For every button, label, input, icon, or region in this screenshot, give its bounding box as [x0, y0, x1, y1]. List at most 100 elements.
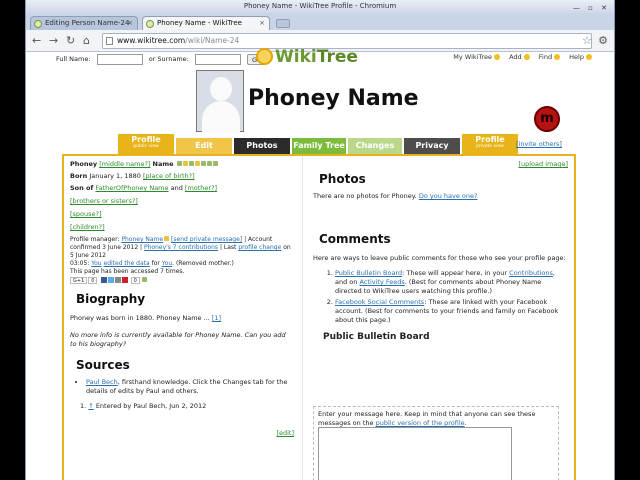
browser-tab-profile[interactable]: Phoney Name - WikiTree × — [142, 16, 270, 30]
contributions-link-2[interactable]: Contributions — [509, 269, 553, 277]
born-date: January 1, 1880 — [89, 172, 141, 180]
close-tab-icon[interactable]: × — [259, 17, 265, 30]
bulletin-board: Enter your message here. Keep in mind th… — [313, 406, 559, 480]
edited-data-link[interactable]: edited the data — [104, 260, 150, 267]
tab-changes[interactable]: Changes — [348, 138, 402, 154]
wikitree-favicon-icon — [146, 20, 154, 28]
tab-privacy[interactable]: Privacy — [404, 138, 460, 154]
close-tab-icon[interactable]: × — [127, 17, 133, 30]
left-column: Phoney [middle name?] Name Born January … — [70, 160, 294, 438]
twitter-icon[interactable] — [107, 277, 114, 283]
reference-link[interactable]: [1] — [212, 314, 221, 322]
footnote-backlink[interactable]: ↑ — [88, 402, 93, 410]
like-count: 0 — [130, 276, 140, 284]
email-icon[interactable] — [114, 277, 121, 283]
upload-image-link[interactable]: [upload image] — [518, 160, 568, 168]
edit-sources-link[interactable]: [edit] — [276, 429, 294, 437]
print-icon[interactable] — [206, 161, 212, 166]
family-icon[interactable] — [182, 161, 188, 166]
top-nav: My WikiTree Add Find Help — [446, 52, 592, 62]
bulletin-heading: Public Bulletin Board — [323, 332, 430, 342]
children-link[interactable]: [children?] — [70, 223, 105, 231]
share-bar: G+1 0 0 — [70, 276, 294, 285]
first-name: Phoney — [70, 160, 98, 168]
photos-heading: Photos — [319, 172, 366, 186]
profile-photo-placeholder[interactable] — [196, 70, 244, 133]
bulletin-message-input[interactable] — [318, 427, 512, 480]
tab-profile-public[interactable]: Profile public view — [118, 134, 174, 154]
right-column: [upload image] Photos There are no photo… — [313, 160, 568, 480]
url-path: /wiki/Name-24 — [185, 36, 240, 45]
footnote: 1. ↑ Entered by Paul Bech, Jun 2, 2012 — [80, 402, 207, 410]
bulletin-board-link[interactable]: Public Bulletin Board — [335, 269, 402, 277]
tab-family-tree[interactable]: Family Tree — [292, 138, 346, 154]
manager-name-link[interactable]: Phoney Name — [121, 236, 163, 243]
last-name: Name — [152, 160, 174, 168]
nav-find[interactable]: Find — [539, 53, 552, 61]
spouse-link[interactable]: [spouse?] — [70, 210, 102, 218]
home-icon[interactable]: ⌂ — [83, 34, 90, 48]
like-icon[interactable] — [141, 277, 147, 282]
middle-name-link[interactable]: [middle name?] — [99, 160, 150, 168]
activity-feeds-link[interactable]: Activity Feeds — [359, 278, 404, 286]
tab-photos[interactable]: Photos — [234, 138, 290, 154]
share-button[interactable]: G+1 — [70, 276, 88, 284]
facebook-icon[interactable] — [100, 277, 107, 283]
editor-link[interactable]: You — [91, 260, 101, 267]
nav-my-wikitree[interactable]: My WikiTree — [453, 53, 492, 61]
public-version-link[interactable]: public version of the profile — [376, 419, 465, 427]
bookmark-star-icon[interactable]: ☆ — [582, 34, 592, 47]
browser-tab-edit[interactable]: Editing Person Name-24 × — [30, 16, 138, 30]
siblings-link[interactable]: [brothers or sisters?] — [70, 197, 138, 205]
chevron-down-icon — [554, 54, 561, 60]
pinterest-icon[interactable] — [121, 277, 128, 283]
source-author-link[interactable]: Paul Bech — [86, 378, 118, 386]
edit-icon[interactable] — [176, 161, 182, 166]
born-line: Born January 1, 1880 [place of birth?] — [70, 172, 294, 181]
tab-edit[interactable]: Edit — [176, 138, 232, 154]
father-link[interactable]: FatherOfPhoney Name — [95, 184, 168, 192]
name-line: Phoney [middle name?] Name — [70, 160, 294, 169]
source-item: Paul Bech, firsthand knowledge. Click th… — [86, 378, 294, 396]
star-icon[interactable] — [194, 161, 200, 166]
mother-link[interactable]: [mother?] — [185, 184, 217, 192]
column-divider — [302, 156, 303, 480]
comment-option-bulletin: Public Bulletin Board: These will appear… — [335, 269, 568, 296]
biography-more-info: No more info is currently available for … — [70, 331, 286, 348]
profile-change-link[interactable]: profile change — [238, 244, 281, 251]
envelope-icon[interactable] — [164, 236, 170, 241]
tab-profile-private[interactable]: Profile private view — [462, 134, 518, 154]
add-photo-link[interactable]: Do you have one? — [419, 192, 478, 200]
silhouette-body — [202, 101, 240, 133]
wikitree-logo-icon — [256, 48, 273, 65]
reload-icon[interactable]: ↻ — [66, 34, 75, 48]
fullname-input[interactable] — [96, 53, 143, 65]
back-icon[interactable]: ← — [32, 34, 41, 48]
tab-strip: Editing Person Name-24 × Phoney Name - W… — [26, 13, 614, 30]
photos-text: There are no photos for Phoney. Do you h… — [313, 192, 478, 200]
edit-target-link[interactable]: You — [162, 260, 172, 267]
birth-place-link[interactable]: [place of birth?] — [143, 172, 195, 180]
new-tab-button[interactable] — [276, 19, 290, 28]
send-private-message-link[interactable]: [send private message] — [171, 236, 242, 243]
surname-input[interactable] — [194, 53, 241, 65]
wikitree-favicon-icon — [34, 20, 42, 28]
wrench-menu-icon[interactable]: ⚙ — [598, 34, 608, 47]
watch-icon[interactable] — [200, 161, 206, 166]
born-label: Born — [70, 172, 88, 180]
help-icon[interactable] — [212, 161, 218, 166]
forward-icon[interactable]: → — [49, 34, 58, 48]
contributions-link[interactable]: Phoney's 7 contributions — [144, 244, 218, 251]
page-icon — [106, 37, 113, 45]
chevron-down-icon — [523, 54, 530, 60]
tree-icon[interactable] — [188, 161, 194, 166]
invite-others-link[interactable]: [invite others] — [516, 140, 562, 148]
tab-title: Editing Person Name-24 — [45, 19, 130, 27]
sources-heading: Sources — [76, 358, 130, 372]
window-titlebar: Phoney Name - WikiTree Profile - Chromiu… — [26, 0, 614, 13]
facebook-comments-link[interactable]: Facebook Social Comments — [335, 298, 424, 306]
manager-badge-icon[interactable]: m — [534, 106, 560, 132]
nav-add[interactable]: Add — [509, 53, 522, 61]
nav-help[interactable]: Help — [569, 53, 584, 61]
wikitree-logo[interactable]: WikiTree — [256, 47, 358, 69]
